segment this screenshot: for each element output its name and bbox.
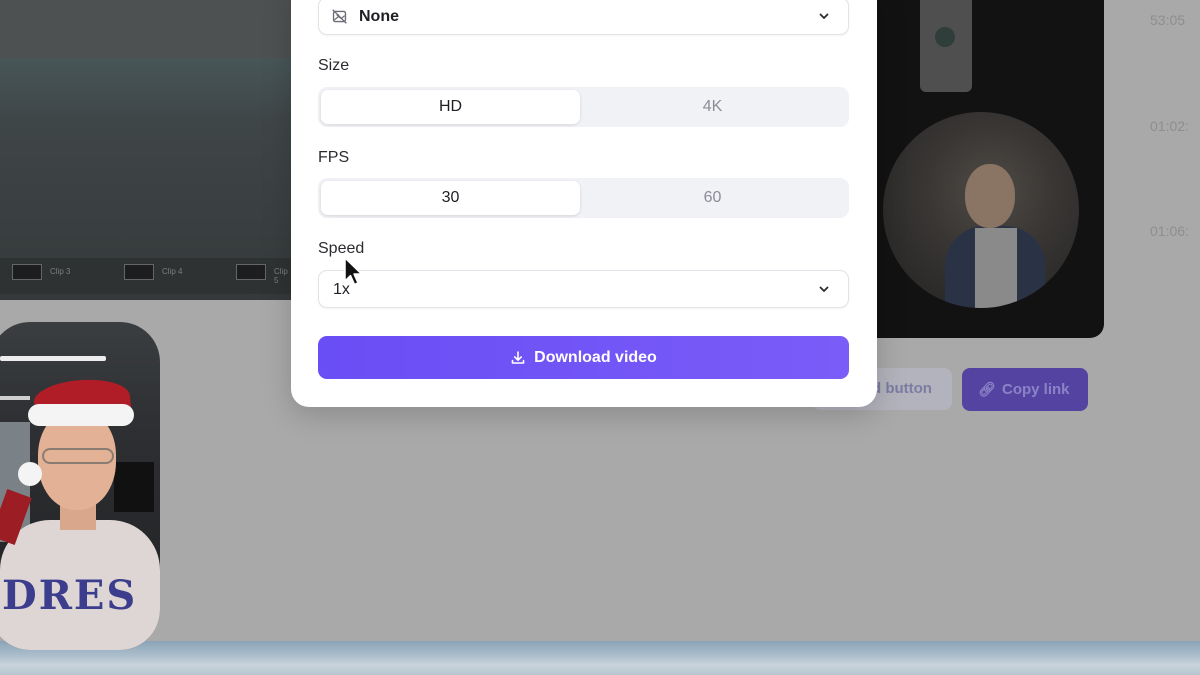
- mouse-cursor-icon: [344, 257, 363, 286]
- size-label: Size: [318, 57, 350, 74]
- background-select[interactable]: None: [318, 0, 849, 35]
- background-select-value: None: [359, 8, 399, 25]
- download-video-label: Download video: [534, 348, 657, 366]
- size-toggle: HD 4K: [318, 87, 849, 127]
- fps-label: FPS: [318, 149, 350, 166]
- speed-select[interactable]: 1x: [318, 270, 849, 308]
- size-option-hd[interactable]: HD: [321, 90, 580, 124]
- no-background-icon: [332, 9, 347, 24]
- chevron-down-icon: [819, 13, 829, 19]
- size-option-4k[interactable]: 4K: [583, 90, 842, 124]
- fps-option-60[interactable]: 60: [583, 181, 842, 215]
- fps-option-30[interactable]: 30: [321, 181, 580, 215]
- download-video-button[interactable]: Download video: [318, 336, 849, 379]
- download-icon: [511, 350, 525, 364]
- download-options-dialog: None Size HD 4K FPS 30 60 Speed 1x Downl…: [291, 0, 877, 407]
- fps-toggle: 30 60: [318, 178, 849, 218]
- chevron-down-icon: [819, 286, 829, 292]
